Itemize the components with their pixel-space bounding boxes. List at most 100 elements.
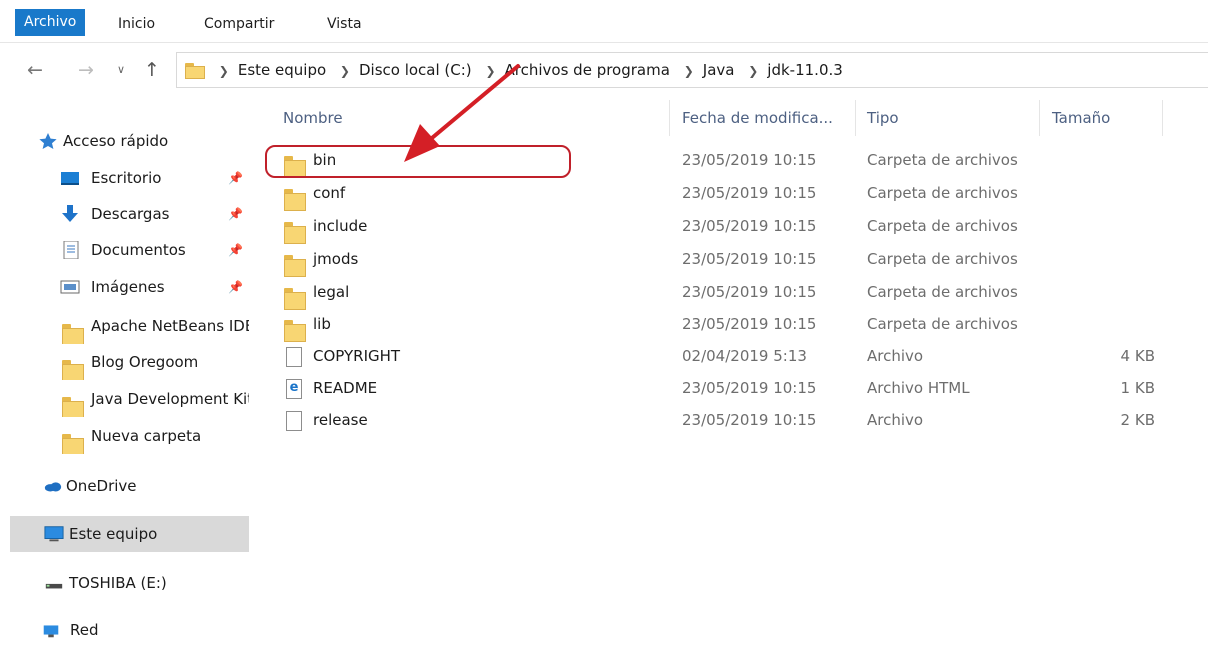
nav-documentos[interactable]: Documentos 📌 <box>10 232 249 268</box>
nav-folder-apache-netbeans[interactable]: Apache NetBeans IDE <box>10 308 249 344</box>
file-size <box>1042 210 1155 243</box>
column-header-fecha[interactable]: Fecha de modifica... <box>682 92 833 144</box>
pin-icon[interactable]: 📌 <box>228 232 243 268</box>
folder-icon <box>62 323 84 344</box>
folder-icon <box>284 287 306 310</box>
address-bar[interactable]: ❯ Este equipo ❯ Disco local (C:) ❯ Archivos… <box>176 52 1208 88</box>
nav-label: Red <box>70 621 99 639</box>
file-type: Carpeta de archivos <box>867 250 1018 268</box>
tab-vista[interactable]: Vista <box>327 10 362 38</box>
breadcrumb-separator[interactable]: ❯ <box>748 54 758 88</box>
file-size: 4 KB <box>1120 347 1155 365</box>
file-row[interactable]: COPYRIGHT 02/04/2019 5:13 Archivo 4 KB <box>262 340 1208 373</box>
nav-label: OneDrive <box>66 477 137 495</box>
file-type: Carpeta de archivos <box>867 315 1018 333</box>
nav-onedrive[interactable]: OneDrive <box>10 468 249 504</box>
nav-label: Blog Oregoom <box>91 353 199 371</box>
folder-icon <box>284 319 306 342</box>
breadcrumb-archivos-de-programa[interactable]: Archivos de programa <box>505 61 670 79</box>
nav-descargas[interactable]: Descargas 📌 <box>10 196 249 232</box>
tab-compartir[interactable]: Compartir <box>204 10 274 38</box>
folder-icon <box>62 396 84 417</box>
desktop-icon <box>61 172 79 185</box>
file-row[interactable]: legal 23/05/2019 10:15 Carpeta de archiv… <box>262 276 1208 310</box>
column-divider[interactable] <box>669 100 670 136</box>
file-row[interactable]: release 23/05/2019 10:15 Archivo 2 KB <box>262 404 1208 437</box>
nav-label: Java Development Kit <box>91 390 249 408</box>
network-icon <box>43 625 59 638</box>
column-header-tipo[interactable]: Tipo <box>867 92 899 144</box>
file-name: conf <box>313 184 346 202</box>
bin-highlight-outline <box>265 145 571 178</box>
nav-acceso-rapido[interactable]: Acceso rápido <box>10 123 249 159</box>
nav-label: Nueva carpeta <box>91 427 202 445</box>
file-name: COPYRIGHT <box>313 347 401 365</box>
breadcrumb-separator[interactable]: ❯ <box>219 54 229 88</box>
folder-icon <box>284 188 306 211</box>
up-arrow-icon[interactable]: ↑ <box>144 48 160 92</box>
breadcrumb-java[interactable]: Java <box>703 61 735 79</box>
breadcrumb-separator[interactable]: ❯ <box>485 54 495 88</box>
file-row[interactable]: conf 23/05/2019 10:15 Carpeta de archivo… <box>262 177 1208 211</box>
column-header-tamano[interactable]: Tamaño <box>1052 92 1110 144</box>
nav-este-equipo[interactable]: Este equipo <box>10 516 249 552</box>
documents-icon <box>63 241 79 259</box>
drive-icon <box>45 583 63 589</box>
back-arrow-icon[interactable]: ← <box>27 48 43 92</box>
nav-label: Escritorio <box>91 169 162 187</box>
file-size: 2 KB <box>1120 411 1155 429</box>
tab-archivo[interactable]: Archivo <box>15 9 86 36</box>
file-type: Carpeta de archivos <box>867 151 1018 169</box>
cloud-icon <box>44 482 62 492</box>
recent-locations-chevron-icon[interactable]: ∨ <box>117 48 125 92</box>
nav-folder-blog-oregoom[interactable]: Blog Oregoom <box>10 344 249 380</box>
file-name: release <box>313 411 368 429</box>
nav-folder-java-development-kit[interactable]: Java Development Kit <box>10 381 249 417</box>
file-date: 23/05/2019 10:15 <box>682 379 817 397</box>
file-size <box>1042 177 1155 210</box>
file-type: Carpeta de archivos <box>867 283 1018 301</box>
file-type: Archivo <box>867 411 924 429</box>
file-type: Carpeta de archivos <box>867 217 1018 235</box>
pin-icon[interactable]: 📌 <box>228 160 243 196</box>
breadcrumb-disco-local[interactable]: Disco local (C:) <box>359 61 472 79</box>
file-date: 23/05/2019 10:15 <box>682 411 817 429</box>
file-name: include <box>313 217 368 235</box>
file-row[interactable]: lib 23/05/2019 10:15 Carpeta de archivos <box>262 308 1208 342</box>
file-type: Carpeta de archivos <box>867 184 1018 202</box>
download-arrow-icon <box>62 205 78 222</box>
breadcrumb-separator[interactable]: ❯ <box>684 54 694 88</box>
column-divider[interactable] <box>855 100 856 136</box>
file-date: 23/05/2019 10:15 <box>682 250 817 268</box>
pin-icon[interactable]: 📌 <box>228 196 243 232</box>
tab-inicio[interactable]: Inicio <box>118 10 155 38</box>
file-size: 1 KB <box>1120 379 1155 397</box>
nav-label: TOSHIBA (E:) <box>69 574 167 592</box>
nav-label: Descargas <box>91 205 170 223</box>
nav-label: Acceso rápido <box>63 132 169 150</box>
file-type: Archivo HTML <box>867 379 970 397</box>
navigation-bar: ← → ∨ ↑ ❯ Este equipo ❯ Disco local (C:) ❯… <box>0 48 1208 92</box>
file-date: 02/04/2019 5:13 <box>682 347 807 365</box>
nav-red[interactable]: Red <box>10 612 249 648</box>
file-icon <box>286 347 302 367</box>
file-row[interactable]: e README 23/05/2019 10:15 Archivo HTML 1… <box>262 372 1208 405</box>
breadcrumb-separator[interactable]: ❯ <box>340 54 350 88</box>
forward-arrow-icon[interactable]: → <box>78 48 94 92</box>
navigation-pane: Acceso rápido Escritorio 📌 Descargas 📌 D… <box>0 92 258 639</box>
pin-icon[interactable]: 📌 <box>228 269 243 305</box>
column-divider[interactable] <box>1039 100 1040 136</box>
file-name: README <box>313 379 378 397</box>
nav-folder-nueva-carpeta[interactable]: Nueva carpeta <box>10 418 249 454</box>
nav-imagenes[interactable]: Imágenes 📌 <box>10 269 249 305</box>
file-row[interactable]: include 23/05/2019 10:15 Carpeta de arch… <box>262 210 1208 244</box>
pictures-icon <box>60 280 80 294</box>
column-header-nombre[interactable]: Nombre <box>283 92 343 144</box>
file-name: jmods <box>313 250 359 268</box>
nav-escritorio[interactable]: Escritorio 📌 <box>10 160 249 196</box>
breadcrumb-este-equipo[interactable]: Este equipo <box>238 61 326 79</box>
file-row[interactable]: jmods 23/05/2019 10:15 Carpeta de archiv… <box>262 243 1208 277</box>
nav-toshiba-drive[interactable]: TOSHIBA (E:) <box>10 565 249 601</box>
breadcrumb-jdk[interactable]: jdk-11.0.3 <box>767 61 843 79</box>
column-divider[interactable] <box>1162 100 1163 136</box>
